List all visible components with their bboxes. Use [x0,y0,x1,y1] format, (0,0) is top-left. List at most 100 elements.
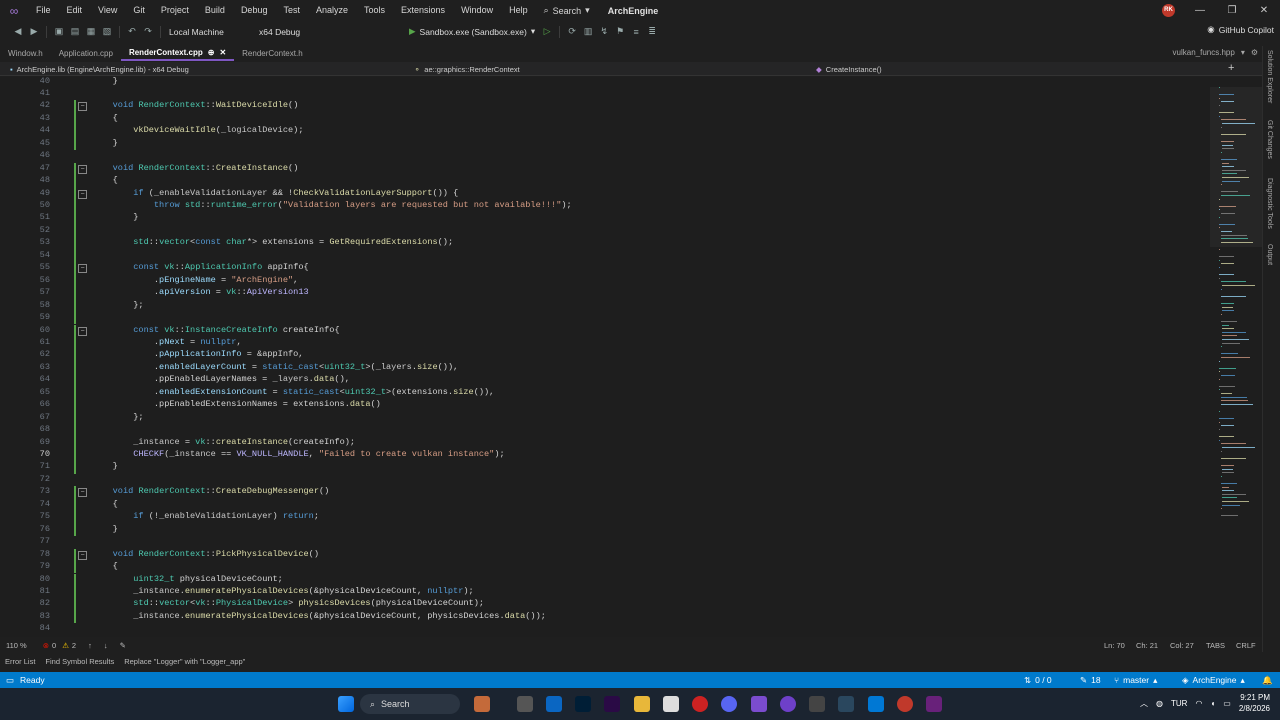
task-view-icon[interactable] [517,696,533,712]
code-line[interactable]: uint32_t physicalDeviceCount; [92,574,283,584]
diagnostics-icon[interactable]: ▥ [582,26,594,38]
scope-dropdown[interactable]: ⚬ ae::graphics::RenderContext [408,62,808,76]
line-indicator[interactable]: Ln: 70 [1104,641,1125,650]
code-line[interactable]: const vk::ApplicationInfo appInfo{ [92,262,308,272]
lang-indicator[interactable]: TUR [1171,699,1187,708]
discord-icon[interactable] [721,696,737,712]
hot-reload-icon[interactable]: ⟳ [566,26,578,38]
menu-item-file[interactable]: File [28,0,59,21]
network-icon[interactable]: ◍ [1156,699,1163,708]
linkedin-icon[interactable] [546,696,562,712]
code-line[interactable]: } [92,461,118,471]
menu-item-edit[interactable]: Edit [59,0,91,21]
start-without-debug-icon[interactable]: ▷ [541,26,553,38]
battery-icon[interactable]: ▭ [1223,699,1231,708]
open-folder-icon[interactable]: ▤ [69,26,81,38]
widgets-icon[interactable] [474,696,490,712]
sidebar-tab-diagnostic-tools[interactable]: Diagnostic Tools [1266,178,1273,229]
code-line[interactable]: void RenderContext::PickPhysicalDevice() [92,549,319,559]
vs-installer-icon[interactable] [926,696,942,712]
tab-rendercontext-cpp[interactable]: RenderContext.cpp ⊕ ✕ [120,46,235,61]
back-icon[interactable]: ◀ [12,26,24,38]
fold-toggle-icon[interactable]: − [78,264,87,274]
github-copilot-button[interactable]: ◉ GitHub Copilot [1207,24,1274,35]
code-line[interactable]: { [92,175,118,185]
code-line[interactable]: .ppEnabledLayerNames = _layers.data(), [92,374,350,384]
nav-down-icon[interactable]: ↓ [98,641,114,650]
sidebar-tab-git-changes[interactable]: Git Changes [1266,120,1273,159]
fold-toggle-icon[interactable]: − [78,189,87,199]
code-line[interactable]: void RenderContext::CreateInstance() [92,163,299,173]
code-line[interactable]: _instance.enumeratePhysicalDevices(&phys… [92,586,473,596]
eol-indicator[interactable]: CRLF [1236,641,1256,650]
close-icon[interactable]: ✕ [219,48,226,57]
search-button[interactable]: ⌕ Search ▾ [536,5,598,16]
code-line[interactable]: if (!_enableValidationLayer) return; [92,511,319,521]
menu-item-build[interactable]: Build [197,0,233,21]
col-indicator[interactable]: Col: 27 [1170,641,1194,650]
opera-icon[interactable] [692,696,708,712]
tab-replace-results[interactable]: Replace "Logger" with "Logger_app" [119,657,250,666]
tabs-indicator[interactable]: TABS [1206,641,1225,650]
menu-item-tools[interactable]: Tools [356,0,393,21]
chevron-up-icon[interactable]: ︿ [1140,698,1148,709]
member-dropdown[interactable]: ◆ CreateInstance() [810,62,1210,76]
step-icon[interactable]: ↯ [598,26,610,38]
uncomment-icon[interactable]: ≣ [646,26,658,38]
code-line[interactable]: } [92,212,138,222]
code-line[interactable]: { [92,561,118,571]
error-icon[interactable]: ⊗ [31,641,49,650]
github-desktop-icon[interactable] [780,696,796,712]
menu-item-analyze[interactable]: Analyze [308,0,356,21]
undo-icon[interactable]: ↶ [126,26,138,38]
tab-window-h[interactable]: Window.h [0,46,51,61]
menu-item-window[interactable]: Window [453,0,501,21]
code-line[interactable]: CHECKF(_instance == VK_NULL_HANDLE, "Fai… [92,449,504,459]
chrome-icon[interactable] [897,696,913,712]
new-item-icon[interactable]: ▣ [53,26,65,38]
clock[interactable]: 9:21 PM 2/8/2026 [1239,692,1270,714]
tab-error-list[interactable]: Error List [0,657,40,666]
forward-icon[interactable]: ▶ [28,26,40,38]
bookmark-icon[interactable]: ⚑ [614,26,626,38]
sidebar-tab-solution-explorer[interactable]: Solution Explorer [1266,50,1273,103]
vscode-icon[interactable] [868,696,884,712]
steam-icon[interactable] [838,696,854,712]
target-dropdown[interactable]: Local Machine [165,27,255,37]
menu-item-extensions[interactable]: Extensions [393,0,453,21]
fold-toggle-icon[interactable]: − [78,326,87,336]
code-editor[interactable]: 40 41 42 43 44 45 46 47 48 49 50 51 52 53 54 55 56 57 58 59… [0,77,1210,637]
code-line[interactable]: { [92,113,118,123]
code-line[interactable]: const vk::InstanceCreateInfo createInfo{ [92,325,339,335]
project-dropdown[interactable]: ▪ ArchEngine.lib (Engine\ArchEngine.lib)… [4,62,404,76]
menu-item-help[interactable]: Help [501,0,536,21]
code-line[interactable]: .apiVersion = vk::ApiVersion13 [92,287,309,297]
code-line[interactable]: void RenderContext::CreateDebugMessenger… [92,486,330,496]
photoshop-icon[interactable] [575,696,591,712]
store-icon[interactable] [663,696,679,712]
code-line[interactable]: .ppEnabledExtensionNames = extensions.da… [92,399,381,409]
brush-icon[interactable]: ✎ [114,641,132,650]
char-indicator[interactable]: Ch: 21 [1136,641,1158,650]
code-line[interactable]: }; [92,412,143,422]
code-line[interactable]: _instance.enumeratePhysicalDevices(&phys… [92,611,546,621]
sidebar-tab-output[interactable]: Output [1266,244,1273,265]
avatar[interactable]: RK [1162,4,1175,17]
fold-toggle-icon[interactable]: − [78,164,87,174]
taskbar-search[interactable]: ⌕ Search [360,694,460,714]
code-line[interactable]: std::vector<vk::PhysicalDevice> physicsD… [92,598,484,608]
code-line[interactable]: } [92,77,118,86]
redo-icon[interactable]: ↷ [142,26,154,38]
gear-icon[interactable]: ⚙ [1251,48,1258,57]
wifi-icon[interactable]: ◠ [1195,699,1202,708]
menu-item-git[interactable]: Git [125,0,153,21]
pin-icon[interactable]: ⊕ [208,48,215,57]
minimap[interactable] [1210,77,1262,637]
warning-icon[interactable]: ⚠ [62,641,69,650]
fold-toggle-icon[interactable]: − [78,488,87,498]
close-icon[interactable]: ✕ [1248,0,1280,21]
save-icon[interactable]: ▦ [85,26,97,38]
add-icon[interactable]: + [1228,62,1234,74]
tab-vulkan-funcs[interactable]: vulkan_funcs.hpp [1173,48,1235,57]
code-line[interactable]: .enabledLayerCount = static_cast<uint32_… [92,362,458,372]
